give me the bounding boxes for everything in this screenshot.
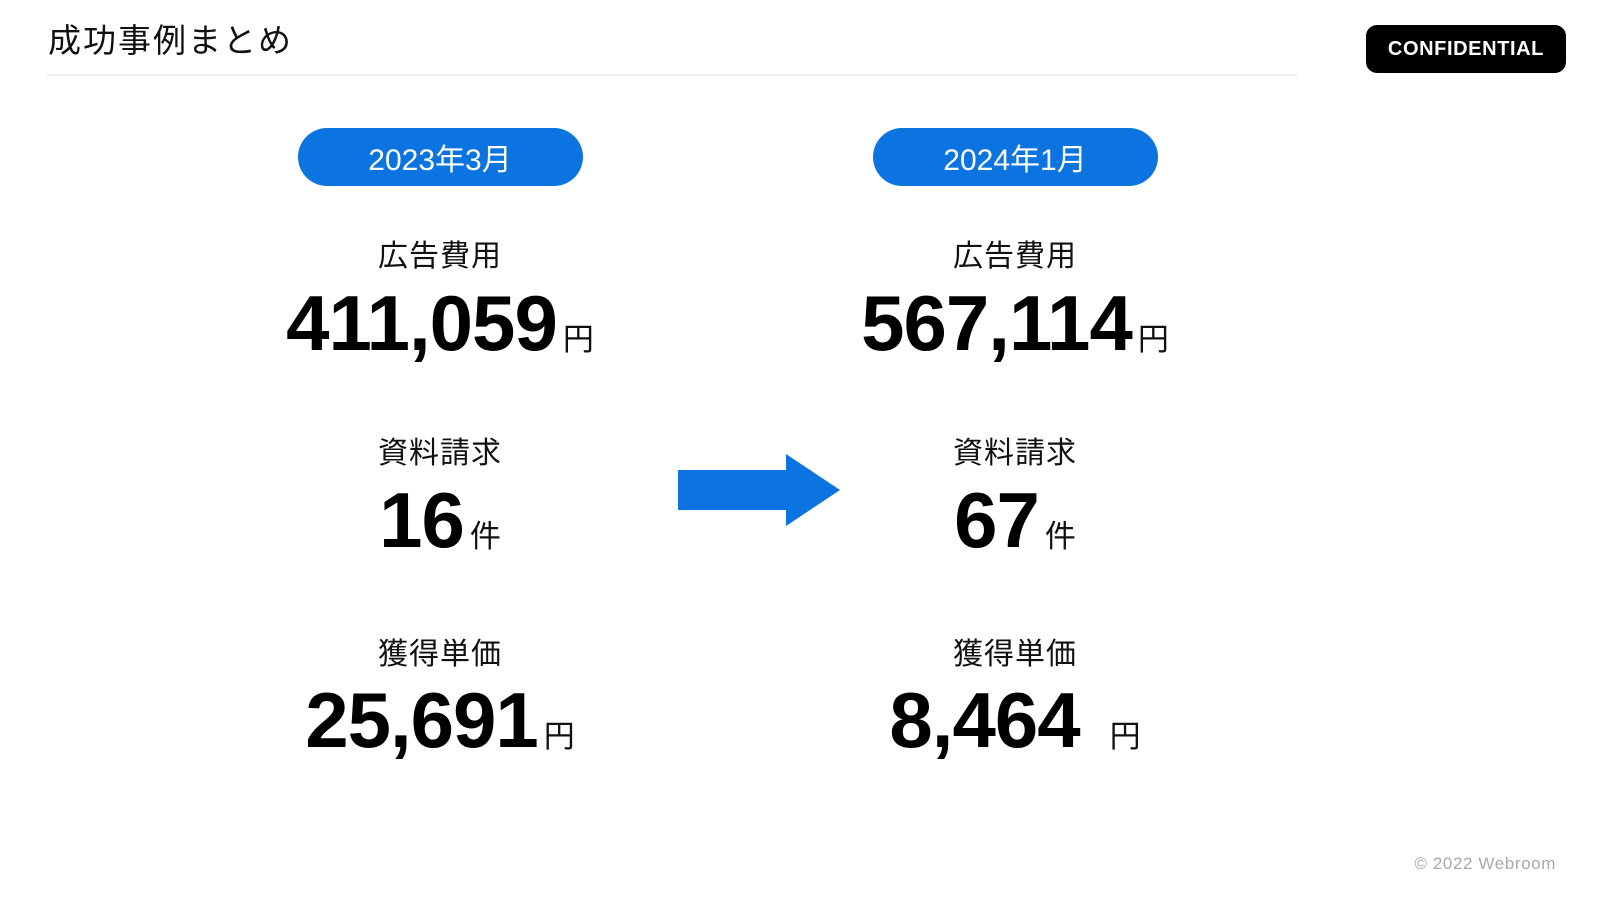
before-metric-inquiries: 資料請求 16 件 — [160, 437, 720, 561]
metric-label: 獲得単価 — [953, 637, 1077, 671]
metric-label: 資料請求 — [953, 437, 1077, 471]
before-metric-cpa: 獲得単価 25,691 円 — [160, 638, 720, 762]
confidential-badge: CONFIDENTIAL — [1365, 25, 1566, 73]
footer-copyright: © 2022 Webroom — [1414, 854, 1556, 873]
before-column: 2023年3月 広告費用 411,059 円 資料請求 16 件 獲得単価 25… — [160, 112, 720, 762]
metric-number: 411,059 — [286, 278, 558, 367]
metric-value-row: 67 件 — [735, 475, 1295, 564]
comparison-board: 2023年3月 広告費用 411,059 円 資料請求 16 件 獲得単価 25… — [0, 112, 1600, 832]
before-period-pill: 2023年3月 — [297, 128, 583, 186]
metric-number: 67 — [954, 475, 1040, 564]
metric-unit: 円 — [1137, 321, 1169, 357]
metric-unit: 円 — [543, 719, 575, 755]
metric-label: 広告費用 — [378, 240, 502, 273]
metric-value-row: 25,691 円 — [160, 676, 720, 765]
metric-unit: 円 — [562, 321, 594, 357]
metric-number: 25,691 — [305, 676, 539, 765]
metric-label: 資料請求 — [378, 437, 502, 471]
metric-value-row: 8,464 円 — [735, 676, 1295, 765]
after-column: 2024年1月 広告費用 567,114 円 資料請求 67 件 獲得単価 8,… — [735, 112, 1295, 762]
metric-value-row: 411,059 円 — [160, 278, 720, 367]
metric-unit: 円 — [1109, 719, 1141, 755]
metric-label: 広告費用 — [953, 240, 1077, 273]
before-metric-ad-cost: 広告費用 411,059 円 — [160, 240, 720, 364]
metric-unit: 件 — [1044, 518, 1076, 554]
after-metric-cpa: 獲得単価 8,464 円 — [735, 638, 1295, 762]
after-metric-inquiries: 資料請求 67 件 — [735, 437, 1295, 561]
metric-value-row: 567,114 円 — [735, 278, 1295, 367]
metric-number: 16 — [379, 475, 465, 564]
metric-value-row: 16 件 — [160, 475, 720, 564]
metric-label: 獲得単価 — [378, 637, 502, 671]
after-metric-ad-cost: 広告費用 567,114 円 — [735, 240, 1295, 364]
metric-number: 567,114 — [861, 278, 1133, 367]
metric-number: 8,464 — [889, 676, 1080, 765]
page-header: 成功事例まとめ CONFIDENTIAL — [0, 0, 1600, 90]
after-period-pill: 2024年1月 — [872, 128, 1158, 186]
page-title: 成功事例まとめ — [48, 22, 293, 59]
metric-unit: 件 — [469, 518, 501, 554]
header-divider — [47, 74, 1297, 76]
